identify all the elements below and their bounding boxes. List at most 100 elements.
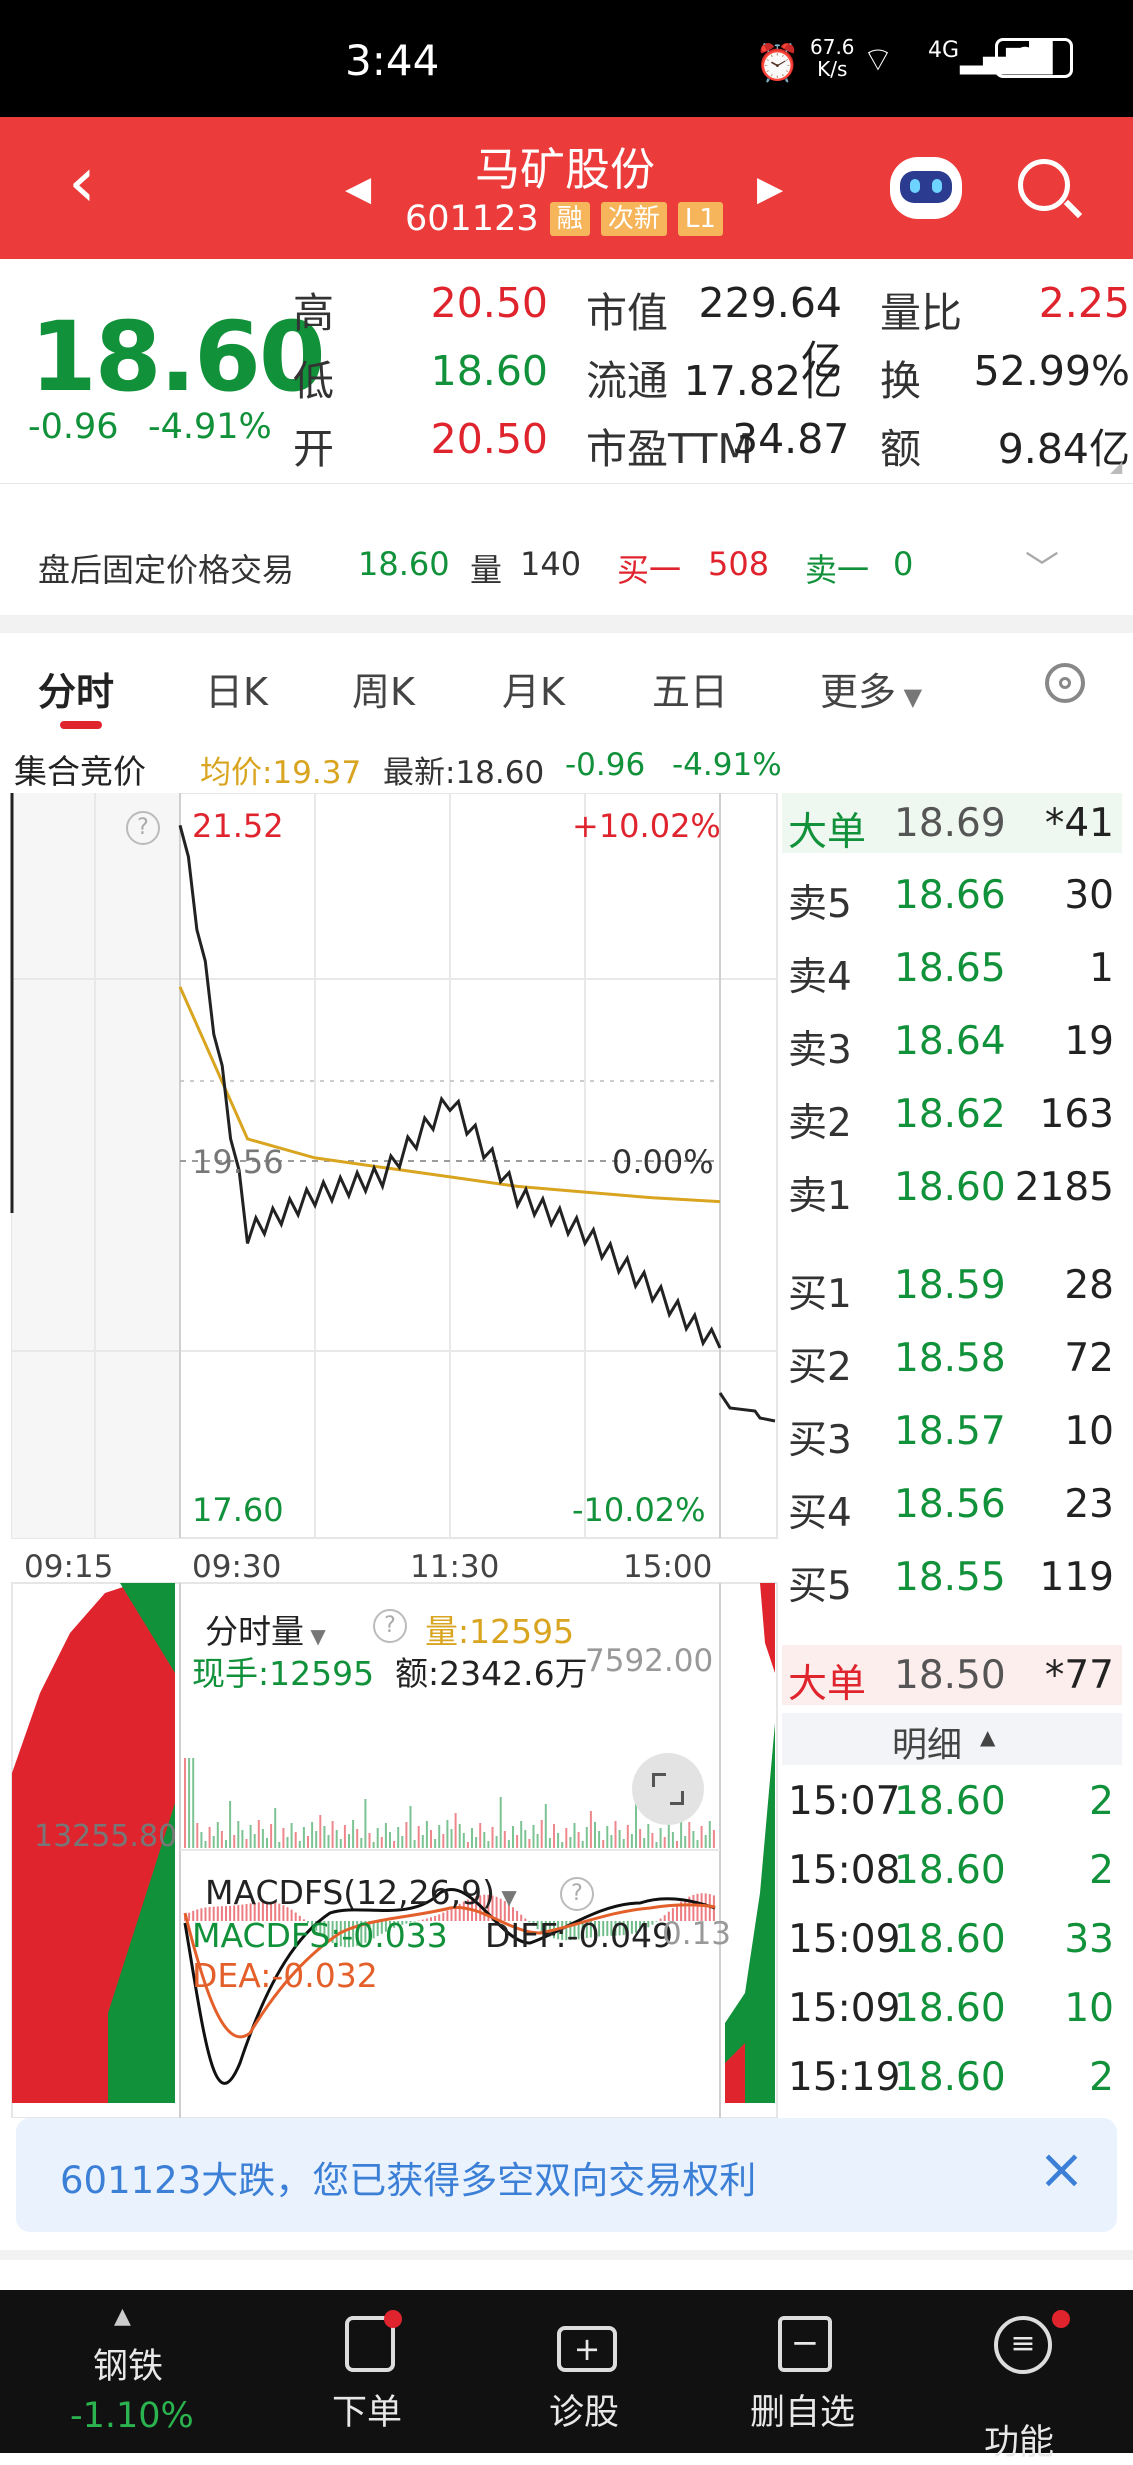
ask-price: 18.64 [894, 1019, 1006, 1064]
volume-indicator-select[interactable]: 分时量 ▼ [205, 1605, 326, 1653]
float-cap-value: 17.82亿 [672, 347, 842, 407]
bid-price: 18.57 [894, 1409, 1006, 1454]
volume-bar [246, 1839, 248, 1848]
volume-bar [360, 1838, 362, 1848]
volume-bar [323, 1826, 325, 1848]
intraday-chart[interactable]: 集合竞价 均价:19.37 最新:18.60 -0.96 -4.91% [0, 733, 780, 2118]
ask-label: 卖4 [788, 946, 852, 1002]
volume-bar [266, 1838, 268, 1848]
expand-corner-icon[interactable]: ◢ [1110, 457, 1122, 476]
volume-bar [278, 1842, 280, 1848]
quote-panel: 18.60 -0.96 -4.91% 高 20.50 市值 229.64亿 量比… [0, 259, 1133, 479]
y-mid-pct-label: 0.00% [612, 1143, 714, 1181]
help-icon[interactable]: ? [126, 811, 160, 845]
volume-bar [442, 1834, 444, 1848]
back-icon[interactable]: ‹ [68, 147, 96, 217]
triangle-down-icon: ▼ [896, 683, 922, 711]
auction-label: 集合竞价 [14, 745, 146, 793]
tab-monthly-k[interactable]: 月K [502, 661, 565, 716]
help-icon[interactable]: ? [373, 1609, 407, 1643]
volume-bar [405, 1822, 407, 1848]
bid-row[interactable]: 买3 18.57 10 [782, 1401, 1122, 1461]
tab-daily-k[interactable]: 日K [205, 661, 268, 716]
notice-banner[interactable]: 601123大跌，您已获得多空双向交易权利 × [16, 2118, 1117, 2232]
volume-bar [459, 1824, 461, 1848]
volume-bar [705, 1835, 707, 1848]
volume-bar [258, 1820, 260, 1848]
ask-row[interactable]: 卖1 18.60 2185 [782, 1157, 1122, 1217]
sector-indicator[interactable]: ▲ 钢铁 -1.10% [40, 2290, 220, 2453]
nav-functions-label: 功能 [984, 2414, 1054, 2465]
volume-bar [549, 1838, 551, 1848]
volume-bar [643, 1838, 645, 1848]
prev-stock-icon[interactable]: ◀ [345, 169, 371, 209]
ask-row[interactable]: 卖4 18.65 1 [782, 938, 1122, 998]
turnover-value: 52.99% [970, 347, 1130, 395]
volume-bar [352, 1820, 354, 1848]
tab-weekly-k[interactable]: 周K [352, 661, 415, 716]
bid-row[interactable]: 买5 18.55 119 [782, 1547, 1122, 1607]
big-order-top[interactable]: 大单 18.69 *41 [782, 793, 1122, 853]
triangle-down-icon: ▼ [304, 1624, 326, 1648]
volume-bar [479, 1823, 481, 1848]
macd-right-value: 0.13 [662, 1916, 731, 1952]
low-label: 低 [293, 347, 334, 407]
float-cap-label: 流通 [586, 347, 668, 407]
robot-assistant-icon[interactable] [890, 157, 962, 219]
volume-bar [315, 1831, 317, 1848]
buy1-label: 买一 [617, 545, 681, 591]
detail-header[interactable]: 明细 ▲ [782, 1713, 1122, 1765]
tab-more[interactable]: 更多 ▼ [820, 661, 922, 716]
volume-bar [348, 1834, 350, 1848]
big-order-bottom[interactable]: 大单 18.50 *77 [782, 1645, 1122, 1705]
diagnose-icon: + [557, 2326, 617, 2372]
nav-diagnose-label: 诊股 [549, 2384, 619, 2435]
next-stock-icon[interactable]: ▶ [757, 169, 783, 209]
volume-now: 现手:12595 [192, 1647, 374, 1695]
fullscreen-icon[interactable] [632, 1753, 704, 1825]
ask-row[interactable]: 卖5 18.66 30 [782, 865, 1122, 925]
sort-up-icon: ▲ [980, 1725, 995, 1749]
volume-bar [623, 1839, 625, 1848]
help-icon[interactable]: ? [560, 1877, 594, 1911]
chevron-down-icon[interactable]: ﹀ [1025, 541, 1059, 590]
volume-bar [377, 1828, 379, 1848]
volume-bar [541, 1820, 543, 1848]
search-icon[interactable] [1018, 159, 1070, 211]
tab-intraday[interactable]: 分时 [38, 661, 114, 716]
settings-icon[interactable] [1045, 663, 1085, 703]
tick-time: 15:09 [788, 1986, 900, 2031]
nav-order[interactable]: 下单 [280, 2290, 460, 2453]
ask-row[interactable]: 卖3 18.64 19 [782, 1011, 1122, 1071]
tick-price: 18.60 [894, 1917, 1006, 1962]
volume-bar [606, 1826, 608, 1848]
volume-ratio-label: 量比 [880, 279, 962, 339]
after-hours-bar[interactable]: 盘后固定价格交易 18.60 量 140 买一 508 卖一 0 ﹀ [0, 515, 1133, 615]
nav-diagnose[interactable]: + 诊股 [497, 2290, 677, 2453]
tag-level: L1 [678, 202, 723, 236]
volume-bar [217, 1822, 219, 1848]
volume-bar [692, 1831, 694, 1848]
volume-bar [200, 1832, 202, 1848]
volume-bar [545, 1804, 547, 1848]
bid-volume: 28 [1064, 1263, 1114, 1308]
nav-functions[interactable]: ≡ 功能 [932, 2290, 1112, 2453]
ask-row[interactable]: 卖2 18.62 163 [782, 1084, 1122, 1144]
macd-indicator-select[interactable]: MACDFS(12,26,9) ▼ [205, 1873, 517, 1912]
volume-bar [660, 1828, 662, 1848]
tick-price: 18.60 [894, 1779, 1006, 1824]
bid-row[interactable]: 买2 18.58 72 [782, 1328, 1122, 1388]
nav-remove-watchlist[interactable]: − 删自选 [715, 2290, 895, 2453]
volume-bar [438, 1825, 440, 1848]
volume-bar [651, 1833, 653, 1848]
bid-volume: 119 [1040, 1555, 1114, 1600]
time-label-1500: 15:00 [623, 1549, 712, 1585]
bid-row[interactable]: 买1 18.59 28 [782, 1255, 1122, 1315]
tab-five-day[interactable]: 五日 [652, 661, 728, 716]
bid-label: 买5 [788, 1555, 852, 1611]
close-icon[interactable]: × [1038, 2138, 1085, 2202]
notification-dot [384, 2310, 402, 2328]
bid-price: 18.55 [894, 1555, 1006, 1600]
bid-row[interactable]: 买4 18.56 23 [782, 1474, 1122, 1534]
after-hours-price: 18.60 [358, 545, 450, 583]
